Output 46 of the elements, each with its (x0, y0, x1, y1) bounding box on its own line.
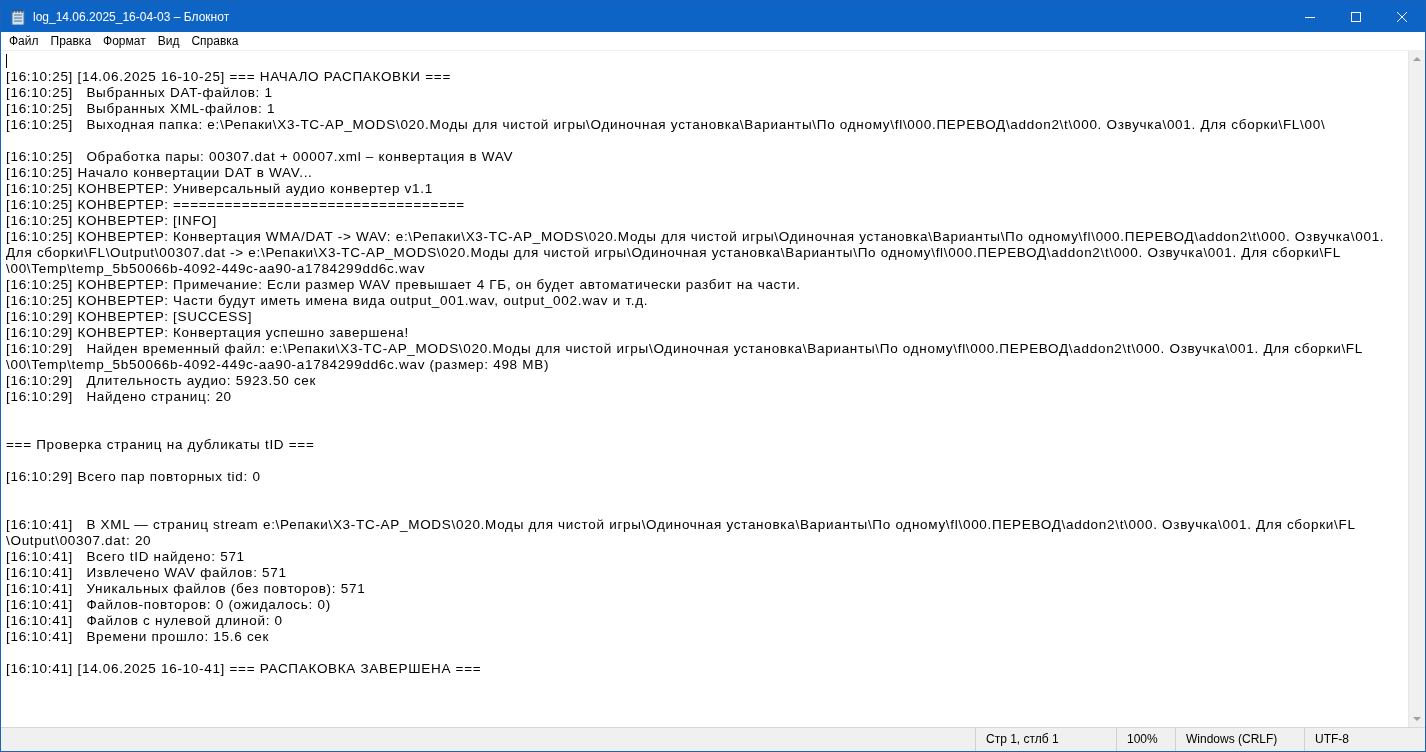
log-line: [16:10:41] Всего tID найдено: 571 (6, 549, 245, 565)
log-line: \00\Temp\temp_5b50066b-4092-449c-aa90-a1784299dd6c.wav (размер: 498 MB) (6, 357, 550, 373)
log-line: [16:10:25] Выбранных DAT-файлов: 1 (6, 85, 273, 101)
log-line: [16:10:29] Всего пар повторных tid: 0 (6, 469, 261, 485)
log-line: [16:10:29] Найден временный файл: e:\Репаки\X3-TC-AP_MODS\020.Моды для чистой игры\Одиночная установка\Варианты\По одному\fl\000.ПЕРЕВОД\addon2\t\000. Озвучка\001. Для сборки\FL (6, 341, 1364, 357)
log-line: [16:10:41] Времени прошло: 15.6 сек (6, 629, 270, 645)
log-line: [16:10:41] [14.06.2025 16-10-41] === РАСПАКОВКА ЗАВЕРШЕНА === (6, 661, 482, 677)
status-text: 100% (1116, 728, 1175, 751)
log-line: [16:10:41] Извлечено WAV файлов: 571 (6, 565, 287, 581)
log-line: [16:10:25] КОНВЕРТЕР: Части будут иметь имена вида output_001.wav, output_002.wav и т.д. (6, 293, 649, 309)
log-line: [16:10:29] КОНВЕРТЕР: Конвертация успешно завершена! (6, 325, 409, 341)
log-line: [16:10:25] [14.06.2025 16-10-25] === НАЧАЛО РАСПАКОВКИ === (6, 69, 451, 85)
menu-item[interactable]: Формат (97, 34, 152, 48)
log-line: [16:10:29] Найдено страниц: 20 (6, 389, 232, 405)
status-text: Стр 1, стлб 1 (975, 728, 1116, 751)
log-line: Для сборки\FL\Output\00307.dat -> e:\Репаки\X3-TC-AP_MODS\020.Моды для чистой игры\Одиночная установка\Варианты\По одному\fl\000.ПЕРЕВОД\addon2\t\000. Озвучка\001. Для сборки\FL (6, 245, 1341, 261)
log-line: [16:10:29] Длительность аудио: 5923.50 сек (6, 373, 317, 389)
close-icon (1397, 11, 1407, 22)
log-line: [16:10:25] КОНВЕРТЕР: ================================== (6, 197, 465, 213)
window-title: log_14.06.2025_16-04-03 – Блокнот (33, 9, 231, 24)
log-line: [16:10:25] Выбранных XML-файлов: 1 (6, 101, 276, 117)
maximize-icon (1351, 11, 1361, 22)
status-text: UTF-8 (1304, 728, 1425, 751)
log-line: [16:10:25] КОНВЕРТЕР: Примечание: Если размер WAV превышает 4 ГБ, он будет автоматически разбит на части. (6, 277, 801, 293)
log-line: [16:10:41] В XML — страниц stream e:\Репаки\X3-TC-AP_MODS\020.Моды для чистой игры\Одиночная установка\Варианты\По одному\fl\000.ПЕРЕВОД\addon2\t\000. Озвучка\001. Для сборки\FL (6, 517, 1356, 533)
log-line: [16:10:41] Файлов с нулевой длиной: 0 (6, 613, 283, 629)
log-line: [16:10:25] КОНВЕРТЕР: Конвертация WMA/DAT -> WAV: e:\Репаки\X3-TC-AP_MODS\020.Моды для чистой игры\Одиночная установка\Варианты\По одному\fl\000.ПЕРЕВОД\addon2\t\000. Озвучка\001. (6, 229, 1385, 245)
text-cursor (6, 54, 7, 68)
status-text: Windows (CRLF) (1175, 728, 1304, 751)
log-line: [16:10:25] Обработка пары: 00307.dat + 00007.xml – конвертация в WAV (6, 149, 514, 165)
log-line: \00\Temp\temp_5b50066b-4092-449c-aa90-a1784299dd6c.wav (6, 261, 426, 277)
log-line: [16:10:25] Выходная папка: e:\Репаки\X3-TC-AP_MODS\020.Моды для чистой игры\Одиночная установка\Варианты\По одному\fl\000.ПЕРЕВОД\addon2\t\000. Озвучка\001. Для сборки\FL\00\ (6, 117, 1326, 133)
scrollbar[interactable] (1408, 51, 1425, 727)
menu-item[interactable]: Вид (151, 34, 186, 48)
log-line: === Проверка страниц на дубликаты tID === (6, 437, 315, 453)
log-line: [16:10:29] КОНВЕРТЕР: [SUCCESS] (6, 309, 253, 325)
menu-item[interactable]: Файл (3, 34, 45, 48)
log-line: \Output\00307.dat: 20 (6, 533, 152, 549)
log-line: [16:10:25] КОНВЕРТЕР: Универсальный аудио конвертер v1.1 (6, 181, 433, 197)
menu-item[interactable]: Справка (185, 34, 245, 48)
log-line: [16:10:25] КОНВЕРТЕР: [INFO] (6, 213, 217, 229)
log-line: [16:10:41] Уникальных файлов (без повторов): 571 (6, 581, 366, 597)
menu-item[interactable]: Правка (44, 34, 98, 48)
log-line: [16:10:41] Файлов-повторов: 0 (ожидалось: 0) (6, 597, 331, 613)
notepad-icon (10, 8, 26, 25)
log-line: [16:10:25] Начало конвертации DAT в WAV... (6, 165, 313, 181)
